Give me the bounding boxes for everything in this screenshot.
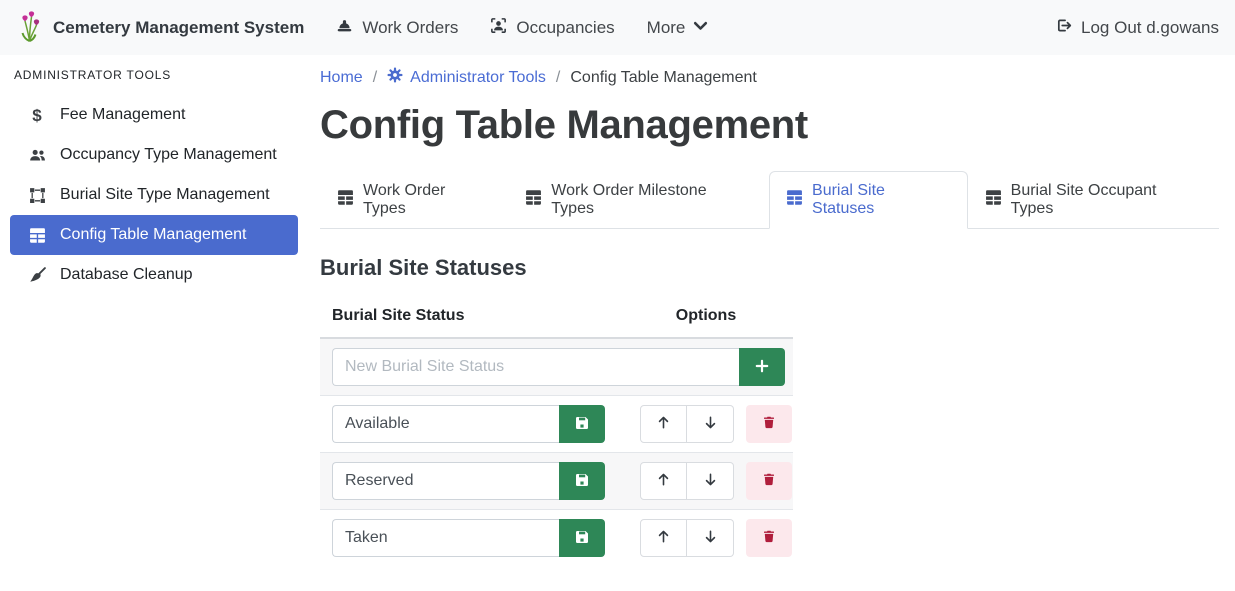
tab-label: Work Order Types: [363, 182, 491, 218]
save-status-button[interactable]: [559, 519, 605, 557]
hard-hat-icon: [336, 17, 353, 39]
logout-icon: [1055, 17, 1072, 39]
sidebar-item-label: Burial Site Type Management: [60, 186, 270, 204]
logout-button[interactable]: Log Out d.gowans: [1055, 17, 1219, 39]
tab-work-order-types[interactable]: Work Order Types: [320, 171, 508, 229]
move-up-button[interactable]: [640, 519, 687, 557]
gear-icon: [387, 67, 403, 88]
status-value-input[interactable]: [332, 462, 559, 500]
status-value-input[interactable]: [332, 519, 559, 557]
sidebar: ADMINISTRATOR TOOLS $ Fee Management Occ…: [0, 55, 310, 591]
status-table: Burial Site Status Options: [320, 299, 793, 566]
tab-label: Work Order Milestone Types: [551, 182, 752, 218]
table-icon: [985, 189, 1002, 211]
add-status-button[interactable]: [739, 348, 785, 386]
sidebar-item-burial-site-type-management[interactable]: Burial Site Type Management: [10, 175, 298, 215]
sidebar-item-label: Config Table Management: [60, 226, 247, 244]
page-title: Config Table Management: [320, 103, 1235, 148]
tulips-logo-icon: [16, 7, 43, 48]
sidebar-item-config-table-management[interactable]: Config Table Management: [10, 215, 298, 255]
sidebar-item-label: Occupancy Type Management: [60, 146, 277, 164]
move-up-button[interactable]: [640, 405, 687, 443]
tab-bar: Work Order Types Work Order Milestone Ty…: [320, 171, 1219, 229]
broom-icon: [27, 265, 47, 285]
trash-icon: [762, 472, 776, 490]
breadcrumb-home[interactable]: Home: [320, 69, 363, 87]
table-icon: [525, 189, 542, 211]
breadcrumb-separator: /: [373, 69, 377, 87]
sidebar-item-label: Database Cleanup: [60, 266, 193, 284]
sidebar-item-database-cleanup[interactable]: Database Cleanup: [10, 255, 298, 295]
sidebar-item-occupancy-type-management[interactable]: Occupancy Type Management: [10, 135, 298, 175]
save-icon: [574, 415, 590, 434]
status-value-input[interactable]: [332, 405, 559, 443]
tab-work-order-milestone-types[interactable]: Work Order Milestone Types: [508, 171, 769, 229]
arrow-up-icon: [656, 472, 671, 490]
save-icon: [574, 472, 590, 491]
nav-link-work-orders[interactable]: Work Orders: [336, 17, 458, 39]
delete-status-button[interactable]: [746, 519, 792, 557]
trash-icon: [762, 415, 776, 433]
tab-burial-site-occupant-types[interactable]: Burial Site Occupant Types: [968, 171, 1219, 229]
breadcrumb-separator: /: [556, 69, 560, 87]
arrow-up-icon: [656, 415, 671, 433]
main-content: Home / Administrator Tools / Config: [320, 55, 1235, 591]
move-down-button[interactable]: [687, 462, 734, 500]
delete-status-button[interactable]: [746, 462, 792, 500]
reorder-button-group: [640, 405, 734, 443]
nav-link-label: Occupancies: [516, 18, 614, 38]
move-down-button[interactable]: [687, 519, 734, 557]
chevron-down-icon: [692, 17, 709, 39]
column-header-options: Options: [619, 299, 793, 338]
table-icon: [27, 225, 47, 245]
arrow-down-icon: [703, 529, 718, 547]
arrow-down-icon: [703, 415, 718, 433]
breadcrumb: Home / Administrator Tools / Config: [320, 67, 1235, 88]
save-status-button[interactable]: [559, 405, 605, 443]
nav-link-occupancies[interactable]: Occupancies: [490, 17, 614, 39]
logout-label: Log Out d.gowans: [1081, 18, 1219, 38]
move-down-button[interactable]: [687, 405, 734, 443]
top-navbar: Cemetery Management System Work Orders O…: [0, 0, 1235, 55]
tab-label: Burial Site Statuses: [812, 182, 951, 218]
status-row-available: [320, 396, 793, 453]
tab-label: Burial Site Occupant Types: [1011, 182, 1202, 218]
person-bounding-box-icon: [490, 17, 507, 39]
brand-title: Cemetery Management System: [53, 18, 304, 38]
status-row-reserved: [320, 453, 793, 510]
section-heading: Burial Site Statuses: [320, 255, 1235, 281]
reorder-button-group: [640, 519, 734, 557]
save-status-button[interactable]: [559, 462, 605, 500]
breadcrumb-current: Config Table Management: [570, 69, 757, 87]
reorder-button-group: [640, 462, 734, 500]
arrow-up-icon: [656, 529, 671, 547]
nav-link-label: More: [647, 18, 686, 38]
sidebar-item-fee-management[interactable]: $ Fee Management: [10, 95, 298, 135]
app-window: Cemetery Management System Work Orders O…: [0, 0, 1235, 591]
sidebar-item-label: Fee Management: [60, 106, 185, 124]
delete-status-button[interactable]: [746, 405, 792, 443]
bounding-box-icon: [27, 185, 47, 205]
nav-link-label: Work Orders: [362, 18, 458, 38]
trash-icon: [762, 529, 776, 547]
tab-burial-site-statuses[interactable]: Burial Site Statuses: [769, 171, 968, 229]
sidebar-header: ADMINISTRATOR TOOLS: [14, 68, 298, 82]
nav-link-more[interactable]: More: [647, 17, 710, 39]
people-icon: [27, 145, 47, 165]
save-icon: [574, 529, 590, 548]
plus-icon: [754, 358, 770, 377]
arrow-down-icon: [703, 472, 718, 490]
move-up-button[interactable]: [640, 462, 687, 500]
status-row-taken: [320, 510, 793, 567]
column-header-burial-site-status: Burial Site Status: [320, 299, 619, 338]
table-icon: [337, 189, 354, 211]
dollar-icon: $: [27, 105, 47, 125]
table-icon: [786, 189, 803, 211]
new-status-input[interactable]: [332, 348, 739, 386]
breadcrumb-administrator-tools[interactable]: Administrator Tools: [387, 67, 546, 88]
new-status-row: [320, 338, 793, 396]
brand[interactable]: Cemetery Management System: [16, 7, 304, 48]
